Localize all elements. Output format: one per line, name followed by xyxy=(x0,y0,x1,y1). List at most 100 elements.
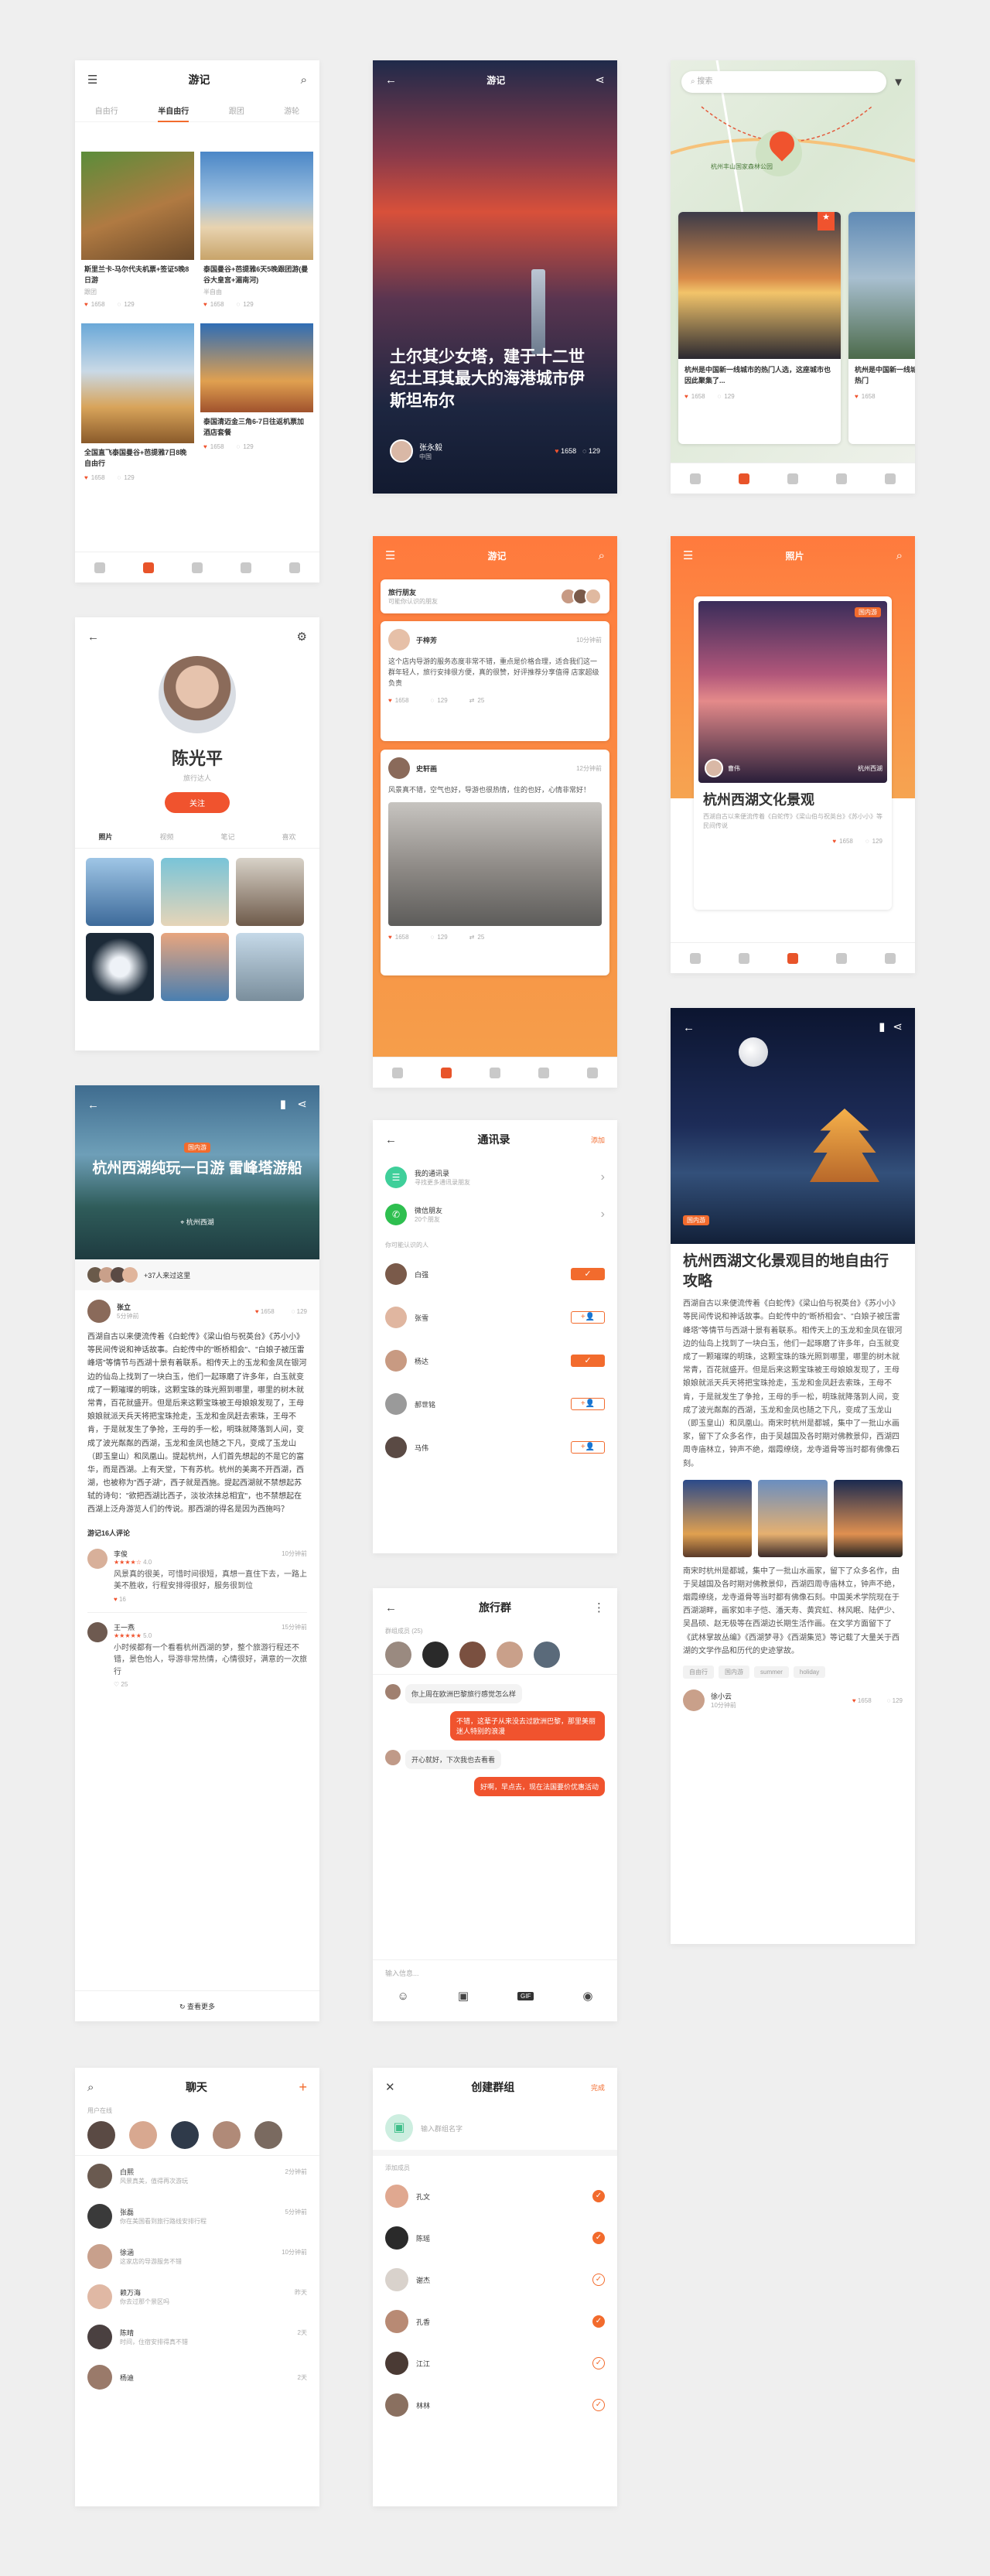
group-name-input[interactable]: 输入群组名字 xyxy=(421,2123,463,2134)
added-check-button[interactable]: ✓ xyxy=(571,1355,605,1367)
chat-row[interactable]: 陈晴 2天 时间，住宿安排得真不错 xyxy=(75,2317,319,2357)
post-card[interactable]: 于梓芳 10分钟前 这个店内导游的服务态度非常不错，重点是价格合理，适合我们这一群… xyxy=(381,621,609,741)
check-icon[interactable]: ✓ xyxy=(592,2357,605,2369)
avatar[interactable] xyxy=(87,1300,111,1323)
share-icon[interactable]: ⇄ xyxy=(469,934,475,941)
profile-icon[interactable] xyxy=(289,562,301,573)
heart-icon[interactable]: ♥ xyxy=(555,447,558,455)
avatar[interactable] xyxy=(534,1642,560,1668)
trip-card[interactable]: 全国直飞泰国曼谷+芭提雅7日8晚自由行 ♥ 1658 ◌ 129 xyxy=(81,323,194,517)
notes-icon[interactable] xyxy=(142,562,154,573)
share-icon[interactable]: ⋖ xyxy=(595,74,605,86)
back-icon[interactable]: ← xyxy=(385,74,397,86)
add-button[interactable]: 添加 xyxy=(591,1135,605,1145)
avatar[interactable] xyxy=(385,1437,407,1458)
tab-videos[interactable]: 视频 xyxy=(159,832,173,842)
home-icon[interactable] xyxy=(94,562,105,573)
gallery-photo[interactable] xyxy=(833,1479,903,1557)
avatar[interactable] xyxy=(213,2121,241,2149)
heart-icon[interactable]: ♥ xyxy=(114,1596,118,1603)
gallery-photo[interactable] xyxy=(758,1479,828,1557)
search-input[interactable]: ⌕ 搜索 xyxy=(681,71,887,93)
home-icon[interactable] xyxy=(689,952,701,964)
bell-icon[interactable] xyxy=(836,952,848,964)
share-icon[interactable]: ⋖ xyxy=(893,1020,903,1033)
tab-notes[interactable]: 笔记 xyxy=(220,832,234,842)
heart-icon[interactable]: ♥ xyxy=(832,838,836,845)
trip-card[interactable]: 斯里兰卡-马尔代夫机票+签证5晚8日游 跟团 ♥ 1658 ◌ 129 xyxy=(81,152,194,318)
profile-icon[interactable] xyxy=(587,1067,599,1078)
bell-icon[interactable] xyxy=(836,473,848,484)
check-icon[interactable]: ✓ xyxy=(592,2399,605,2411)
message-input[interactable]: 输入信息... xyxy=(373,1960,617,1986)
close-icon[interactable]: ✕ xyxy=(385,2082,395,2093)
heart-icon[interactable]: ♥ xyxy=(855,393,859,400)
heart-icon[interactable]: ♥ xyxy=(203,301,207,308)
photo-icon[interactable] xyxy=(489,1067,500,1078)
added-check-button[interactable]: ✓ xyxy=(571,1268,605,1280)
member-row[interactable]: 谢杰 ✓ xyxy=(373,2259,617,2301)
add-user-button[interactable]: +👤 xyxy=(571,1398,605,1410)
avatar[interactable] xyxy=(385,1642,411,1668)
back-icon[interactable]: ← xyxy=(385,1134,397,1146)
profile-icon[interactable] xyxy=(885,952,896,964)
bookmark-icon[interactable]: ★ xyxy=(818,212,835,231)
gif-button[interactable]: GIF xyxy=(517,1992,534,2000)
menu-icon[interactable]: ☰ xyxy=(385,550,395,562)
friends-suggestion[interactable]: 旅行朋友 可能你认识的朋友 xyxy=(381,579,609,613)
back-icon[interactable]: ← xyxy=(683,1022,695,1033)
menu-icon[interactable]: ☰ xyxy=(87,74,97,86)
heart-icon[interactable]: ♥ xyxy=(388,934,392,941)
notes-icon[interactable] xyxy=(440,1067,452,1078)
search-icon[interactable]: ⌕ xyxy=(301,74,307,86)
member-row[interactable]: 江江 ✓ xyxy=(373,2342,617,2384)
chat-row[interactable]: 徐涵 10分钟前 这家店的导游服务不错 xyxy=(75,2236,319,2277)
avatar[interactable] xyxy=(422,1642,449,1668)
avatar[interactable] xyxy=(87,1621,108,1642)
photo-thumb[interactable] xyxy=(236,858,304,926)
avatar[interactable] xyxy=(87,1548,108,1569)
share-icon[interactable]: ⇄ xyxy=(469,697,475,704)
trip-card[interactable]: 泰国清迈金三角6-7日往返机票加酒店套餐 ♥ 1658 ◌ 129 xyxy=(200,323,313,517)
check-icon[interactable]: ✓ xyxy=(592,2315,605,2328)
avatar[interactable] xyxy=(385,1350,407,1372)
tab-cruise[interactable]: 游轮 xyxy=(284,104,299,116)
back-icon[interactable]: ← xyxy=(87,1099,99,1111)
avatar[interactable] xyxy=(385,1750,401,1765)
avatar[interactable] xyxy=(159,656,236,733)
avatar[interactable] xyxy=(129,2121,157,2149)
search-icon[interactable]: ⌕ xyxy=(896,550,903,562)
camera-icon[interactable]: ◉ xyxy=(582,1990,592,2002)
notes-icon[interactable] xyxy=(738,952,749,964)
avatar[interactable] xyxy=(388,757,410,779)
photo-thumb[interactable] xyxy=(86,858,154,926)
check-icon[interactable]: ✓ xyxy=(592,2274,605,2286)
emoji-icon[interactable]: ☺ xyxy=(398,1990,409,2002)
tab-group[interactable]: 跟团 xyxy=(229,104,244,116)
member-row[interactable]: 林林 ✓ xyxy=(373,2384,617,2426)
share-icon[interactable]: ⋖ xyxy=(297,1098,307,1111)
avatar[interactable] xyxy=(385,1307,407,1328)
trip-card[interactable]: 泰国曼谷+芭提雅6天5晚跟团游(曼谷大皇宫+湄南河) 半自由 ♥ 1658 ◌ 129 xyxy=(200,152,313,318)
photo-icon[interactable] xyxy=(191,562,203,573)
bookmark-icon[interactable]: ▮ xyxy=(280,1098,286,1111)
heart-icon[interactable]: ♥ xyxy=(203,443,207,450)
chat-row[interactable]: 张磊 5分钟前 你在美国看到旅行路线安排行程 xyxy=(75,2196,319,2236)
post-photo[interactable] xyxy=(388,801,602,926)
avatar[interactable] xyxy=(87,2121,115,2149)
comment-icon[interactable]: ◌ xyxy=(431,934,435,941)
avatar[interactable] xyxy=(385,1393,407,1415)
chat-row[interactable]: 赖万海 昨天 你去过那个景区吗 xyxy=(75,2277,319,2317)
avatar[interactable] xyxy=(385,1684,401,1700)
photo-thumb[interactable] xyxy=(161,933,229,1001)
photo-thumb[interactable] xyxy=(161,858,229,926)
back-icon[interactable]: ← xyxy=(87,631,99,643)
photo-feature-card[interactable]: 国内游 曹伟 杭州西湖 杭州西湖文化景观 西湖自古以来便流传着《白蛇传》《梁山伯与… xyxy=(694,596,892,910)
gallery-photo[interactable] xyxy=(683,1479,753,1557)
photo-icon[interactable] xyxy=(787,473,798,484)
photo-icon[interactable] xyxy=(787,952,798,964)
gear-icon[interactable]: ⚙ xyxy=(297,631,307,643)
profile-icon[interactable] xyxy=(885,473,896,484)
photo-thumb[interactable] xyxy=(236,933,304,1001)
visitor-avatars[interactable] xyxy=(87,1267,138,1283)
